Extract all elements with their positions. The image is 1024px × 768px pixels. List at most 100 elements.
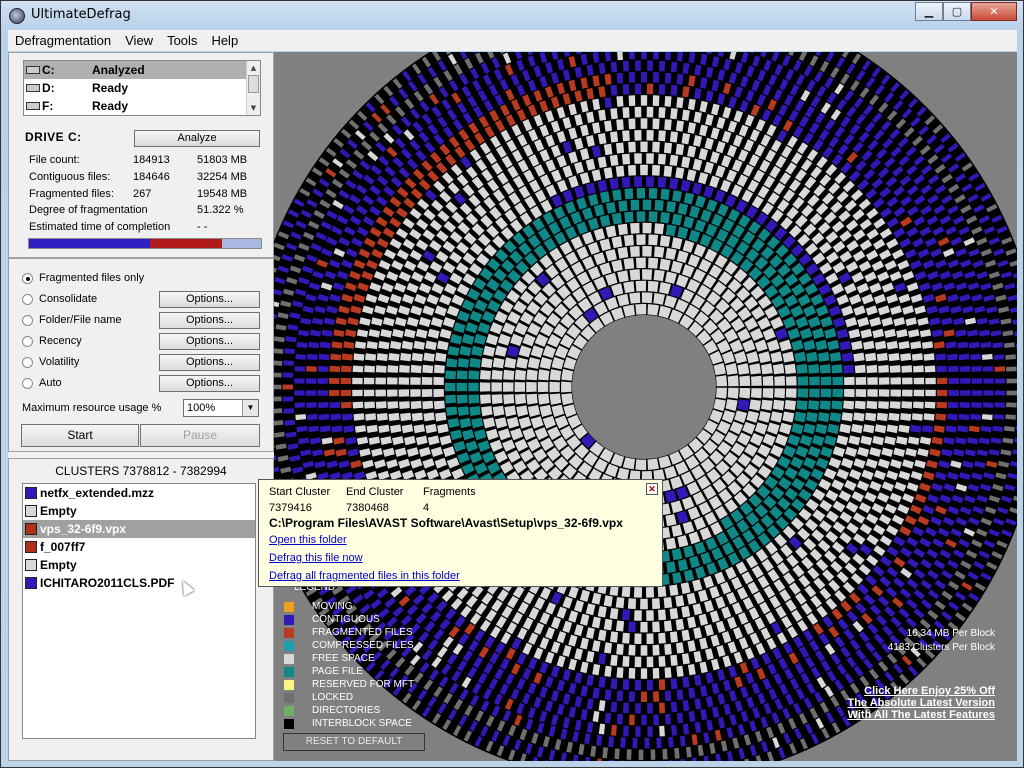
cluster-block[interactable] [750, 375, 762, 386]
options-button[interactable]: Options... [159, 291, 260, 308]
promo-link-features[interactable]: With All The Latest Features [847, 709, 995, 721]
cluster-block[interactable] [615, 165, 625, 177]
cluster-block[interactable] [634, 610, 642, 621]
options-button[interactable]: Options... [159, 375, 260, 392]
cluster-block[interactable] [352, 377, 363, 385]
cluster-block[interactable] [647, 703, 653, 714]
cluster-block[interactable] [628, 621, 636, 633]
cluster-block[interactable] [480, 370, 491, 380]
option-row[interactable]: Consolidate [22, 293, 97, 305]
cluster-block[interactable] [340, 377, 352, 385]
cluster-block[interactable] [388, 353, 400, 362]
cluster-block[interactable] [364, 365, 375, 373]
cluster-block[interactable] [647, 280, 659, 293]
cluster-block[interactable] [503, 382, 514, 392]
open-folder-link[interactable]: Open this folder [269, 534, 347, 546]
cluster-block[interactable] [642, 269, 653, 280]
defrag-file-link[interactable]: Defrag this file now [269, 552, 363, 564]
cluster-block[interactable] [819, 364, 831, 374]
cluster-block[interactable] [646, 610, 654, 621]
cluster-block[interactable] [647, 726, 653, 737]
cluster-block[interactable] [610, 61, 618, 73]
cluster-block[interactable] [664, 119, 672, 131]
promo-link-latest[interactable]: The Absolute Latest Version [847, 697, 995, 709]
cluster-block[interactable] [628, 141, 636, 153]
cluster-block[interactable] [622, 679, 630, 690]
cluster-block[interactable] [652, 644, 660, 656]
cluster-block[interactable] [658, 107, 666, 118]
cluster-block[interactable] [283, 360, 294, 366]
cluster-block[interactable] [876, 352, 888, 362]
cluster-block[interactable] [274, 384, 282, 390]
cluster-block[interactable] [925, 389, 936, 397]
cluster-block[interactable] [866, 400, 878, 410]
cluster-block[interactable] [616, 667, 624, 678]
cluster-block[interactable] [901, 401, 913, 409]
cluster-block[interactable] [274, 360, 283, 366]
cluster-block[interactable] [644, 738, 650, 749]
cluster-block[interactable] [617, 223, 628, 236]
cluster-block[interactable] [889, 365, 901, 373]
cluster-block[interactable] [635, 459, 647, 471]
cluster-block[interactable] [628, 118, 636, 130]
cluster-block[interactable] [670, 84, 678, 96]
cluster-block[interactable] [634, 83, 642, 95]
cluster-block[interactable] [633, 587, 642, 598]
cluster-block[interactable] [948, 390, 960, 397]
cluster-block[interactable] [653, 72, 660, 83]
cluster-block[interactable] [654, 199, 664, 211]
cluster-block[interactable] [657, 153, 667, 165]
cluster-block[interactable] [820, 376, 832, 386]
cluster-block[interactable] [662, 748, 668, 760]
cluster-block[interactable] [622, 632, 630, 644]
cluster-block[interactable] [994, 390, 1006, 396]
cluster-block[interactable] [634, 679, 642, 691]
cluster-block[interactable] [925, 377, 936, 385]
menu-tools[interactable]: Tools [160, 33, 204, 48]
cluster-block[interactable] [652, 118, 660, 130]
cluster-block[interactable] [612, 189, 622, 201]
cluster-block[interactable] [659, 235, 671, 247]
cluster-block[interactable] [889, 401, 901, 409]
cluster-block[interactable] [640, 622, 648, 633]
cluster-block[interactable] [652, 95, 660, 106]
cluster-block[interactable] [617, 247, 629, 259]
cluster-block[interactable] [971, 378, 983, 384]
cluster-block[interactable] [785, 388, 797, 398]
cluster-block[interactable] [640, 668, 648, 679]
cluster-block[interactable] [421, 377, 433, 385]
cluster-block[interactable] [306, 353, 318, 361]
cluster-block[interactable] [670, 701, 678, 713]
cluster-block[interactable] [900, 413, 912, 421]
minimize-button[interactable]: ▁ [915, 2, 943, 21]
cluster-block[interactable] [654, 246, 665, 258]
cluster-block[interactable] [796, 363, 808, 374]
cluster-block[interactable] [444, 382, 456, 392]
cluster-block[interactable] [646, 679, 654, 691]
cluster-block[interactable] [642, 199, 652, 211]
cluster-block[interactable] [610, 108, 618, 120]
cluster-block[interactable] [784, 363, 797, 374]
cluster-block[interactable] [947, 401, 959, 409]
promo-link-discount[interactable]: Click Here Enjoy 25% Off [847, 685, 995, 697]
cluster-block[interactable] [982, 402, 994, 408]
cluster-block[interactable] [715, 375, 727, 387]
cluster-block[interactable] [353, 353, 365, 361]
cluster-block[interactable] [948, 377, 960, 384]
cluster-block[interactable] [317, 390, 328, 396]
cluster-block[interactable] [983, 378, 994, 384]
drive-row-f[interactable]: F: Ready [24, 97, 260, 115]
cluster-block[interactable] [971, 390, 983, 396]
cluster-block[interactable] [809, 388, 820, 398]
disk-map-area[interactable]: LEGEND MOVING CONTIGUOUS FRAGMENTED FILES C… [274, 52, 1017, 761]
cluster-block[interactable] [761, 399, 773, 411]
cluster-block[interactable] [959, 402, 971, 409]
cluster-block[interactable] [561, 381, 572, 393]
cluster-block[interactable] [375, 389, 386, 397]
cluster-block[interactable] [398, 389, 410, 397]
cluster-block[interactable] [317, 378, 328, 384]
cluster-block[interactable] [853, 352, 865, 362]
cluster-block[interactable] [669, 131, 678, 143]
radio-button[interactable] [22, 293, 33, 305]
cluster-block[interactable] [640, 95, 648, 106]
